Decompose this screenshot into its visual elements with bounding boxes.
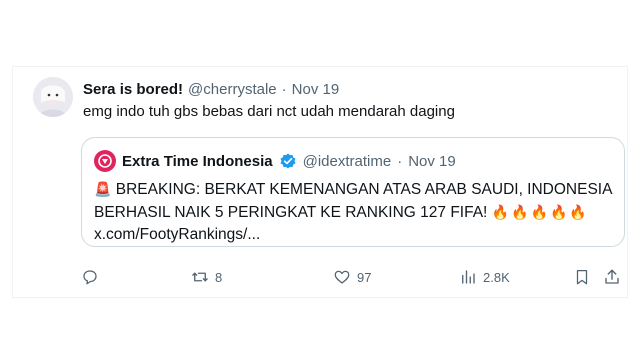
quote-text-line-1: BREAKING: BERKAT KEMENANGAN ATAS ARAB SA… — [115, 181, 613, 198]
quote-date[interactable]: Nov 19 — [408, 153, 456, 170]
verified-badge-icon — [279, 152, 297, 170]
like-count: 97 — [357, 269, 372, 285]
logo-icon — [98, 154, 112, 168]
quote-link[interactable]: x.com/FootyRankings/... — [94, 224, 614, 246]
quote-tweet[interactable]: Extra Time Indonesia @idextratime · Nov … — [81, 137, 625, 247]
retweet-icon — [192, 272, 208, 282]
retweet-button[interactable]: 8 — [191, 265, 222, 289]
tweet-header: Sera is bored! @cherrystale · Nov 19 — [83, 79, 339, 99]
quote-body: 🚨 BREAKING: BERKAT KEMENANGAN ATAS ARAB … — [94, 178, 614, 246]
like-button[interactable]: 97 — [333, 265, 371, 289]
views-icon — [462, 270, 475, 284]
dot-separator: · — [397, 152, 403, 170]
share-button[interactable] — [603, 265, 621, 289]
quote-author-handle[interactable]: @idextratime — [303, 153, 392, 170]
heart-icon — [334, 270, 350, 284]
retweet-count: 8 — [215, 269, 223, 285]
quote-avatar[interactable] — [94, 150, 116, 172]
siren-icon: 🚨 — [94, 181, 112, 197]
action-bar: 8 97 2.8K — [81, 265, 621, 289]
avatar[interactable] — [33, 77, 73, 117]
share-icon — [605, 269, 619, 284]
author-name[interactable]: Sera is bored! — [83, 81, 183, 98]
author-handle[interactable]: @cherrystale — [188, 81, 277, 98]
tweet-text: emg indo tuh gbs bebas dari nct udah men… — [83, 103, 455, 120]
reply-icon — [83, 270, 97, 285]
quote-author-name[interactable]: Extra Time Indonesia — [122, 153, 273, 170]
views-count: 2.8K — [483, 269, 510, 285]
views-button[interactable]: 2.8K — [459, 265, 510, 289]
fire-icon: 🔥🔥🔥🔥🔥 — [491, 204, 589, 220]
quote-header: Extra Time Indonesia @idextratime · Nov … — [94, 150, 456, 172]
bookmark-icon — [576, 269, 588, 285]
reply-button[interactable] — [81, 265, 99, 289]
quote-line-1: 🚨 BREAKING: BERKAT KEMENANGAN ATAS ARAB … — [94, 178, 614, 201]
dot-separator: · — [281, 80, 287, 98]
quote-line-2: BERHASIL NAIK 5 PERINGKAT KE RANKING 127… — [94, 201, 614, 224]
quote-text-line-2: BERHASIL NAIK 5 PERINGKAT KE RANKING 127… — [94, 204, 488, 221]
bookmark-button[interactable] — [573, 265, 591, 289]
tweet-card[interactable]: Sera is bored! @cherrystale · Nov 19 emg… — [12, 66, 628, 298]
avatar-image — [33, 77, 73, 117]
tweet-date[interactable]: Nov 19 — [292, 81, 340, 98]
